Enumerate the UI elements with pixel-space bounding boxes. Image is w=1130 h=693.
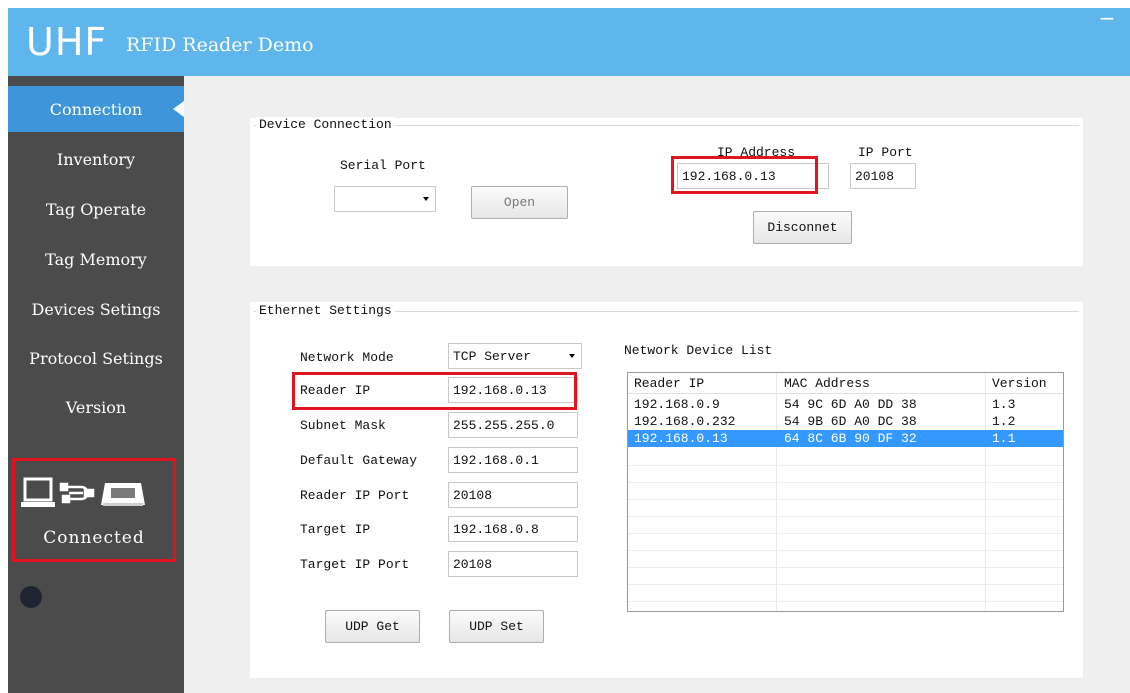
cable-icon — [59, 482, 95, 504]
main-content: Device Connection Serial Port Open IP Ad… — [184, 76, 1130, 693]
sidebar-item-label: Version — [65, 397, 127, 417]
sidebar-item-tag-operate[interactable]: Tag Operate — [8, 186, 184, 232]
sidebar-item-version[interactable]: Version — [8, 384, 184, 430]
reader-ip-value: 192.168.0.13 — [453, 383, 547, 398]
open-button[interactable]: Open — [471, 186, 568, 219]
table-row[interactable]: 192.168.0.232 54 9B 6D A0 DC 38 1.2 — [628, 413, 1063, 430]
device-connection-legend: Device Connection — [256, 117, 395, 132]
device-list-header: Reader IP MAC Address Version — [628, 373, 1063, 394]
cell-version: 1.2 — [992, 414, 1016, 429]
row-divider — [628, 550, 1063, 551]
column-header-version[interactable]: Version — [992, 376, 1047, 391]
chevron-down-icon — [569, 354, 575, 358]
sidebar-item-label: Connection — [49, 99, 143, 119]
reader-ip-label: Reader IP — [300, 383, 371, 398]
row-divider — [628, 499, 1063, 500]
sidebar-item-label: Devices Setings — [31, 299, 161, 319]
reader-device-icon — [101, 483, 145, 506]
cell-reader-ip: 192.168.0.13 — [634, 431, 728, 446]
row-divider — [628, 482, 1063, 483]
connection-status-label: Connected — [43, 528, 145, 548]
default-gateway-label: Default Gateway — [300, 453, 418, 468]
target-ip-port-value: 20108 — [453, 557, 493, 572]
row-divider — [628, 516, 1063, 517]
sidebar-item-devices-settings[interactable]: Devices Setings — [8, 286, 184, 332]
network-device-list[interactable]: Reader IP MAC Address Version 192.168.0.… — [627, 372, 1064, 612]
column-header-reader-ip[interactable]: Reader IP — [634, 376, 704, 391]
network-mode-value: TCP Server — [453, 349, 532, 364]
disconnect-button-label: Disconnet — [767, 220, 838, 235]
ip-port-input[interactable]: 20108 — [850, 163, 916, 189]
ip-address-value: 192.168.0.13 — [682, 169, 776, 184]
target-ip-port-label: Target IP Port — [300, 557, 410, 572]
serial-port-label: Serial Port — [340, 158, 426, 173]
ip-port-value: 20108 — [855, 169, 895, 184]
column-header-mac-address[interactable]: MAC Address — [784, 376, 870, 391]
subnet-mask-input[interactable]: 255.255.255.0 — [448, 412, 578, 438]
serial-port-select[interactable] — [334, 186, 436, 212]
title-bar: UHF RFID Reader Demo − — [8, 8, 1130, 76]
row-divider — [628, 533, 1063, 534]
row-divider — [628, 567, 1063, 568]
subnet-mask-label: Subnet Mask — [300, 418, 386, 433]
cell-version: 1.3 — [992, 397, 1016, 412]
connection-status-box: Connected — [12, 458, 176, 562]
target-ip-value: 192.168.0.8 — [453, 522, 539, 537]
open-button-label: Open — [503, 195, 536, 210]
disconnect-button[interactable]: Disconnet — [753, 211, 852, 244]
cell-mac-address: 54 9C 6D A0 DD 38 — [784, 397, 917, 412]
network-device-list-title: Network Device List — [624, 343, 773, 358]
cell-reader-ip: 192.168.0.9 — [634, 397, 720, 412]
reader-ip-port-label: Reader IP Port — [300, 488, 410, 503]
sidebar: Connection Inventory Tag Operate Tag Mem… — [8, 76, 184, 693]
udp-get-button-label: UDP Get — [345, 619, 400, 634]
sidebar-item-label: Tag Operate — [45, 199, 147, 219]
default-gateway-input[interactable]: 192.168.0.1 — [448, 447, 578, 473]
row-divider — [628, 584, 1063, 585]
default-gateway-value: 192.168.0.1 — [453, 453, 539, 468]
subnet-mask-value: 255.255.255.0 — [453, 418, 555, 433]
sidebar-item-connection[interactable]: Connection — [8, 86, 184, 132]
ip-address-label: IP Address — [717, 145, 796, 160]
udp-set-button[interactable]: UDP Set — [449, 610, 544, 643]
cell-version: 1.1 — [992, 431, 1016, 446]
app-window: UHF RFID Reader Demo − Connection Invent… — [8, 8, 1130, 693]
cell-reader-ip: 192.168.0.232 — [634, 414, 736, 429]
sidebar-item-tag-memory[interactable]: Tag Memory — [8, 236, 184, 282]
sidebar-item-label: Protocol Setings — [29, 348, 163, 368]
status-icons — [21, 477, 171, 516]
table-row-selected[interactable]: 192.168.0.13 64 8C 6B 90 DF 32 1.1 — [628, 430, 1063, 447]
cell-mac-address: 54 9B 6D A0 DC 38 — [784, 414, 917, 429]
reader-ip-input[interactable]: 192.168.0.13 — [448, 377, 578, 403]
cell-mac-address: 64 8C 6B 90 DF 32 — [784, 431, 917, 446]
sidebar-item-label: Tag Memory — [45, 249, 147, 269]
laptop-icon — [21, 477, 55, 507]
network-mode-select[interactable]: TCP Server — [448, 343, 582, 369]
chevron-down-icon — [423, 197, 429, 201]
device-connection-panel: Device Connection Serial Port Open IP Ad… — [250, 117, 1083, 266]
udp-get-button[interactable]: UDP Get — [325, 610, 420, 643]
app-title-subtitle: RFID Reader Demo — [126, 34, 314, 56]
ip-port-label: IP Port — [858, 145, 913, 160]
network-mode-label: Network Mode — [300, 350, 394, 365]
target-ip-label: Target IP — [300, 522, 371, 537]
row-divider — [628, 465, 1063, 466]
sidebar-item-inventory[interactable]: Inventory — [8, 136, 184, 182]
minimize-button[interactable]: − — [1096, 8, 1118, 30]
ethernet-settings-legend: Ethernet Settings — [256, 303, 395, 318]
ip-address-input[interactable]: 192.168.0.13 — [677, 163, 829, 189]
sidebar-item-protocol-settings[interactable]: Protocol Setings — [8, 335, 184, 381]
status-indicator-dot — [20, 586, 42, 608]
target-ip-port-input[interactable]: 20108 — [448, 551, 578, 577]
row-divider — [628, 601, 1063, 602]
app-title-uhf: UHF — [26, 20, 108, 64]
target-ip-input[interactable]: 192.168.0.8 — [448, 516, 578, 542]
sidebar-item-label: Inventory — [56, 149, 136, 169]
reader-ip-port-input[interactable]: 20108 — [448, 482, 578, 508]
udp-set-button-label: UDP Set — [469, 619, 524, 634]
table-row[interactable]: 192.168.0.9 54 9C 6D A0 DD 38 1.3 — [628, 396, 1063, 413]
reader-ip-port-value: 20108 — [453, 488, 493, 503]
